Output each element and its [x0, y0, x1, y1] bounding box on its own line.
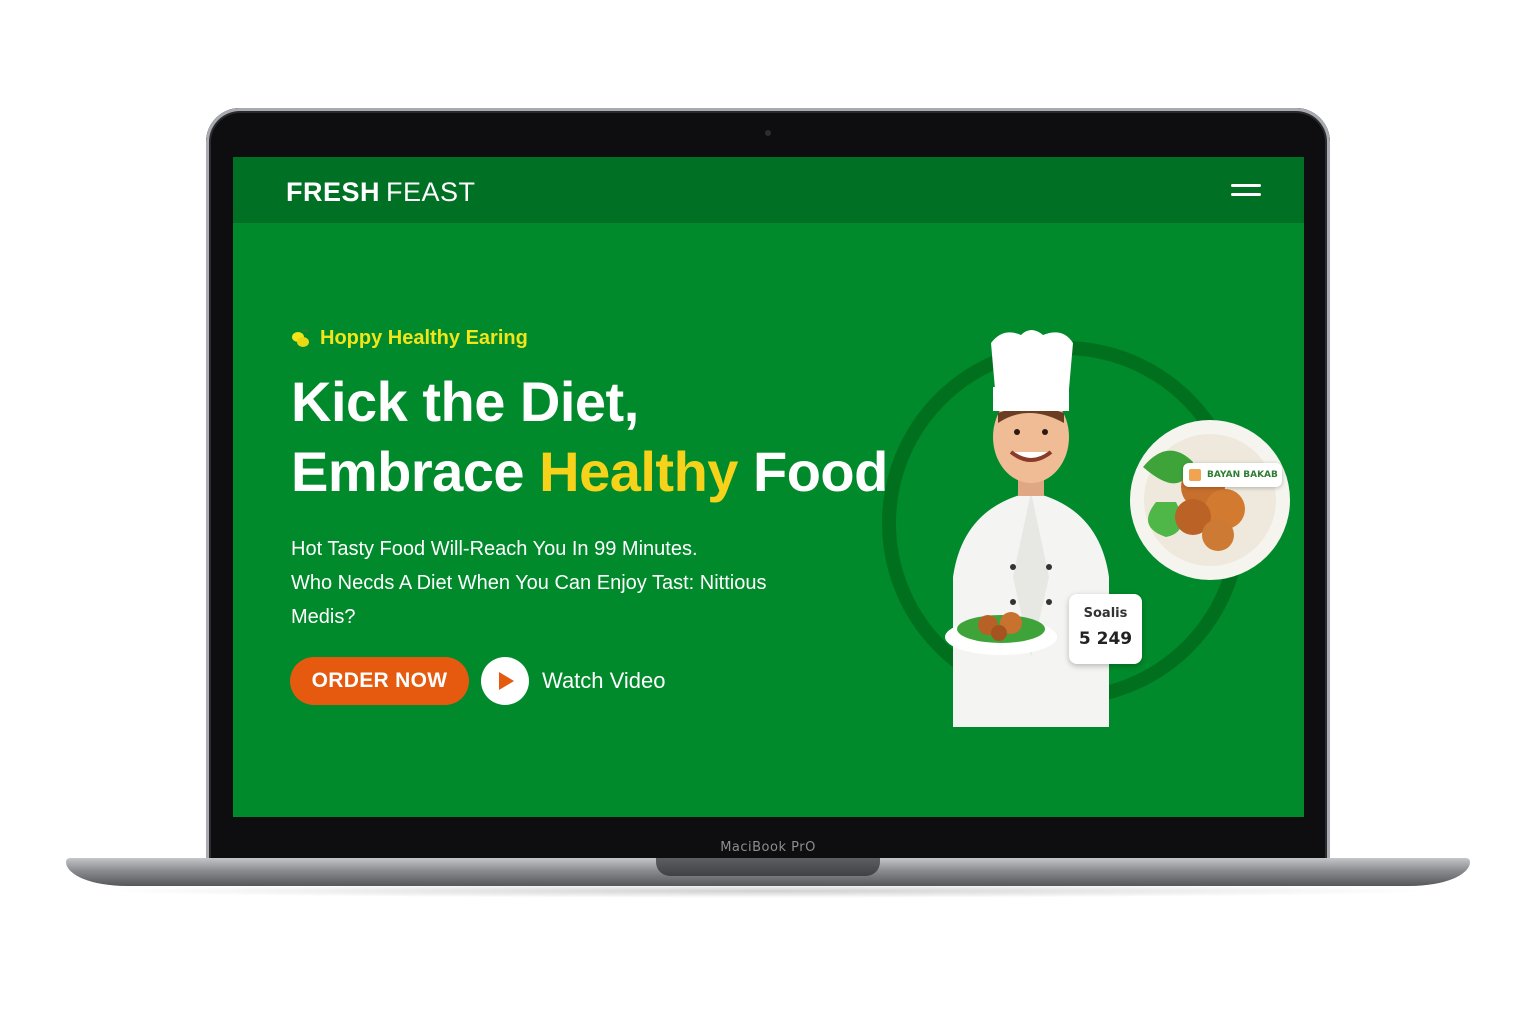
- price-card-value: 5 249: [1078, 629, 1133, 649]
- headline-line-1: Kick the Diet,: [291, 370, 639, 433]
- hero-tagline: Hoppy Healthy Earing: [320, 327, 528, 349]
- website-screen: FRESH FEAST Hoppy Healthy Earing Kick the…: [233, 157, 1304, 817]
- laptop-notch: [656, 858, 880, 876]
- watch-video-link[interactable]: Watch Video: [542, 668, 666, 694]
- headline-line-2-pre: Embrace: [291, 440, 525, 503]
- lemon-icon: [292, 328, 309, 347]
- brand-logo[interactable]: FRESH FEAST: [286, 177, 476, 208]
- hero-headline: Kick the Diet, Embrace Healthy Food: [291, 367, 888, 507]
- device-label: MaciBook PrO: [720, 840, 816, 855]
- headline-highlight: Healthy: [539, 440, 738, 503]
- description-line-2: Who Necds A Diet When You Can Enjoy Tast…: [291, 572, 767, 594]
- hero-description: Hot Tasty Food Will-Reach You In 99 Minu…: [291, 532, 851, 634]
- dish-tag-text: BAYAN BAKAB: [1207, 470, 1278, 480]
- webcam: [765, 130, 771, 136]
- price-card: Soalis 5 249: [1069, 594, 1142, 664]
- navbar: FRESH FEAST: [233, 157, 1304, 223]
- tagline-row: Hoppy Healthy Earing: [290, 327, 528, 350]
- brand-bold: FRESH: [286, 177, 381, 207]
- headline-line-2-post: Food: [753, 440, 888, 503]
- hamburger-menu-icon[interactable]: [1231, 184, 1261, 198]
- laptop-shadow: [96, 884, 1440, 898]
- price-card-title: Soalis: [1083, 606, 1128, 621]
- play-video-button[interactable]: [481, 657, 529, 705]
- laptop-mockup: MaciBook PrO FRESH FEAST Hoppy Healthy Ea…: [0, 0, 1536, 1024]
- brand-light: FEAST: [386, 177, 476, 207]
- dish-tag-icon: [1189, 469, 1201, 481]
- description-line-3: Medis?: [291, 606, 356, 628]
- chef-hero-image: [882, 330, 1290, 727]
- play-icon: [499, 672, 514, 690]
- dish-label-badge: BAYAN BAKAB: [1183, 463, 1282, 487]
- description-line-1: Hot Tasty Food Will-Reach You In 99 Minu…: [291, 538, 698, 560]
- order-now-button[interactable]: ORDER NOW: [290, 657, 469, 705]
